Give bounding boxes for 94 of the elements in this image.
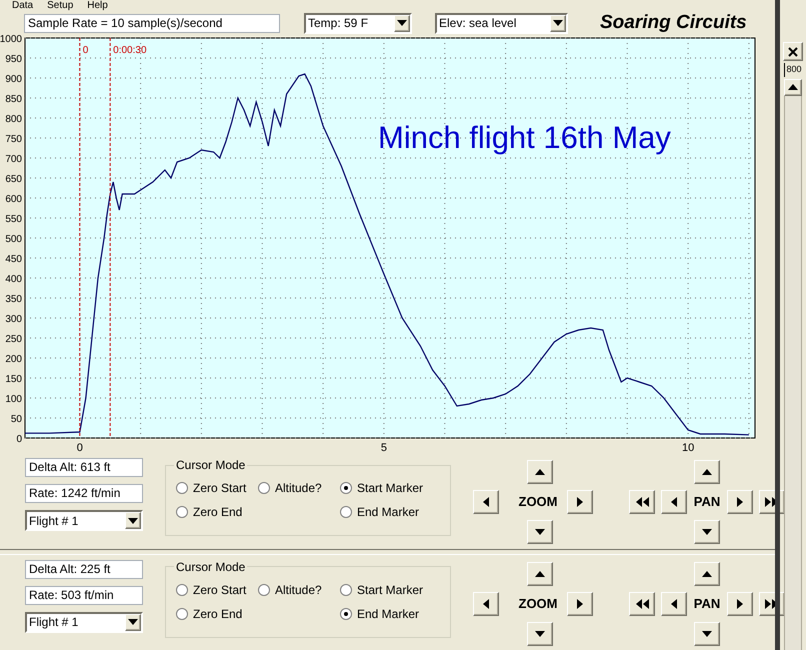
radio-button[interactable] bbox=[176, 584, 188, 596]
pan-far-left-button[interactable] bbox=[629, 490, 655, 514]
elevation-select[interactable]: Elev: sea level bbox=[435, 12, 568, 34]
zoom-right-button[interactable] bbox=[567, 592, 593, 616]
y-tick-label: 900 bbox=[5, 74, 22, 85]
close-button[interactable] bbox=[783, 42, 803, 61]
y-tick-label: 350 bbox=[5, 294, 22, 305]
pan-down-button[interactable] bbox=[694, 622, 720, 646]
pan-down-button[interactable] bbox=[694, 520, 720, 544]
radio-option[interactable]: Zero End bbox=[176, 604, 258, 623]
x-tick-label: 5 bbox=[380, 442, 387, 454]
pan-far-left-button[interactable] bbox=[629, 592, 655, 616]
zoom-label: ZOOM bbox=[518, 594, 558, 613]
zoom-left-button[interactable] bbox=[473, 490, 499, 514]
radio-option[interactable]: Start Marker bbox=[340, 580, 440, 599]
delta-alt-field[interactable]: Delta Alt: 225 ft bbox=[25, 560, 143, 579]
radio-button[interactable] bbox=[258, 482, 270, 494]
y-tick-label: 100 bbox=[5, 394, 22, 405]
menu-item[interactable]: Help bbox=[87, 0, 108, 12]
radio-option[interactable]: Zero Start bbox=[176, 479, 258, 498]
dropdown-arrow-button[interactable] bbox=[550, 14, 566, 32]
radio-option[interactable]: Start Marker bbox=[340, 479, 440, 498]
marker-line[interactable] bbox=[110, 38, 111, 438]
y-tick-label: 0 bbox=[16, 434, 22, 445]
pan-up-button[interactable] bbox=[694, 460, 720, 484]
y-tick-label: 550 bbox=[5, 214, 22, 225]
zoom-label: ZOOM bbox=[518, 493, 558, 512]
radio-button[interactable] bbox=[176, 506, 188, 518]
flight-select[interactable]: Flight # 1 bbox=[25, 612, 143, 633]
radio-option[interactable]: End Marker bbox=[340, 503, 440, 522]
y-tick-label: 450 bbox=[5, 254, 22, 265]
rate-field[interactable]: Rate: 1242 ft/min bbox=[25, 484, 143, 504]
y-tick-label: 650 bbox=[5, 174, 22, 185]
zoom-right-button[interactable] bbox=[567, 490, 593, 514]
chart-title: Minch flight 16th May bbox=[378, 120, 671, 155]
marker-label: 0 bbox=[82, 45, 88, 56]
zoom-up-button[interactable] bbox=[527, 562, 553, 586]
sample-rate-field[interactable]: Sample Rate = 10 sample(s)/second bbox=[24, 14, 280, 32]
zoom-down-button[interactable] bbox=[527, 622, 553, 646]
marker-label: 0:00:30 bbox=[113, 45, 147, 56]
x-tick-label: 10 bbox=[682, 442, 694, 454]
pan-right-button[interactable] bbox=[727, 592, 753, 616]
radio-button[interactable] bbox=[340, 608, 352, 620]
x-tick-label: 0 bbox=[76, 442, 83, 454]
pan-label: PAN bbox=[693, 594, 721, 613]
menu-item[interactable]: Setup bbox=[47, 0, 74, 12]
dropdown-arrow-button[interactable] bbox=[125, 512, 141, 530]
radio-button[interactable] bbox=[340, 482, 352, 494]
y-tick-label: 1000 bbox=[0, 34, 22, 45]
group-title: Cursor Mode bbox=[175, 457, 246, 474]
radio-button[interactable] bbox=[176, 608, 188, 620]
group-title: Cursor Mode bbox=[175, 558, 246, 576]
flight-select[interactable]: Flight # 1 bbox=[25, 510, 143, 532]
y-tick-label: 250 bbox=[5, 334, 22, 345]
y-tick-label: 800 bbox=[5, 114, 22, 125]
y-tick-label: 300 bbox=[5, 314, 22, 325]
dropdown-arrow-button[interactable] bbox=[394, 14, 410, 32]
y-tick-label: 200 bbox=[5, 354, 22, 365]
radio-button[interactable] bbox=[340, 506, 352, 518]
y-tick-label: 150 bbox=[5, 374, 22, 385]
radio-button[interactable] bbox=[258, 584, 270, 596]
pan-label: PAN bbox=[693, 493, 721, 512]
radio-option[interactable]: Altitude? bbox=[258, 479, 340, 498]
y-tick-label: 400 bbox=[5, 274, 22, 285]
y-tick-label: 850 bbox=[5, 94, 22, 105]
pan-left-button[interactable] bbox=[661, 490, 687, 514]
zoom-up-button[interactable] bbox=[527, 460, 553, 484]
pan-up-button[interactable] bbox=[694, 562, 720, 586]
pan-right-button[interactable] bbox=[727, 490, 753, 514]
marker-line[interactable] bbox=[79, 38, 80, 438]
y-tick-label: 500 bbox=[5, 234, 22, 245]
scroll-up-button[interactable] bbox=[784, 78, 802, 96]
radio-option[interactable]: End Marker bbox=[340, 604, 440, 623]
close-icon bbox=[788, 46, 798, 56]
logo-text: Soaring Circuits bbox=[600, 10, 747, 35]
y-tick-label: 950 bbox=[5, 54, 22, 65]
reading-text: 800 bbox=[784, 63, 802, 76]
radio-button[interactable] bbox=[176, 482, 188, 494]
radio-option[interactable]: Altitude? bbox=[258, 580, 340, 599]
temperature-select[interactable]: Temp: 59 F bbox=[304, 12, 412, 34]
y-tick-label: 50 bbox=[10, 414, 22, 425]
menu-item[interactable]: Data bbox=[12, 0, 34, 12]
radio-button[interactable] bbox=[340, 584, 352, 596]
y-tick-label: 600 bbox=[5, 194, 22, 205]
y-tick-label: 700 bbox=[5, 154, 22, 165]
zoom-left-button[interactable] bbox=[473, 592, 499, 616]
radio-option[interactable]: Zero End bbox=[176, 503, 258, 522]
zoom-down-button[interactable] bbox=[527, 520, 553, 544]
delta-alt-field[interactable]: Delta Alt: 613 ft bbox=[25, 458, 143, 478]
dropdown-arrow-button[interactable] bbox=[125, 614, 141, 631]
radio-option[interactable]: Zero Start bbox=[176, 580, 258, 599]
y-tick-label: 750 bbox=[5, 134, 22, 145]
pan-left-button[interactable] bbox=[661, 592, 687, 616]
rate-field[interactable]: Rate: 503 ft/min bbox=[25, 586, 143, 605]
